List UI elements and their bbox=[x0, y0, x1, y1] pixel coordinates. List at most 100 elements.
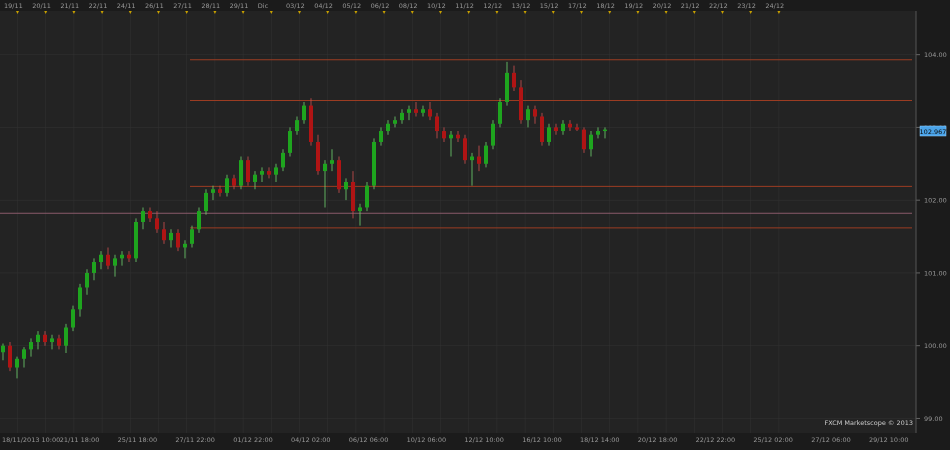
top-axis-label: 06/12 bbox=[371, 2, 390, 10]
last-price-tag-text: 102.967 bbox=[920, 128, 947, 136]
candle-body bbox=[330, 160, 334, 164]
candle-body bbox=[1, 345, 5, 353]
top-axis-label: 03/12 bbox=[286, 2, 305, 10]
candle-body bbox=[400, 112, 404, 121]
bottom-axis-label: 22/12 22:00 bbox=[696, 436, 736, 444]
candle-body bbox=[386, 123, 390, 132]
candle-body bbox=[134, 222, 138, 259]
candle-body bbox=[232, 178, 236, 186]
bottom-axis-label: 25/12 02:00 bbox=[753, 436, 793, 444]
candle-body bbox=[582, 129, 586, 150]
last-price-tag: 102.967 bbox=[920, 125, 947, 137]
candle-body bbox=[512, 72, 516, 88]
candle-body bbox=[323, 163, 327, 172]
candle-body bbox=[239, 160, 243, 186]
candle-body bbox=[260, 171, 264, 175]
candle-body bbox=[470, 156, 474, 161]
candle-body bbox=[43, 334, 47, 343]
top-axis-label: 04/12 bbox=[314, 2, 333, 10]
candle-body bbox=[8, 345, 12, 368]
top-axis-label: 23/12 bbox=[737, 2, 756, 10]
top-axis-label: 24/12 bbox=[765, 2, 784, 10]
candle-body bbox=[575, 127, 579, 130]
candle-body bbox=[162, 229, 166, 241]
candle-body bbox=[183, 243, 187, 248]
candle-body bbox=[155, 218, 159, 230]
candle-body bbox=[176, 232, 180, 248]
chart-container: 19/11 20/11 21/11 22/11 24/11 26/11 27/11 28/11… bbox=[0, 0, 950, 446]
candle-body bbox=[302, 105, 306, 121]
top-axis-label: 22/12 bbox=[709, 2, 728, 10]
candle-body bbox=[29, 342, 33, 350]
candle-body bbox=[113, 258, 117, 266]
bottom-axis-label: 18/12 14:00 bbox=[580, 436, 620, 444]
bottom-axis-label: 21/11 18:00 bbox=[60, 436, 100, 444]
bottom-axis-label: 29/12 10:00 bbox=[869, 436, 909, 444]
candle-body bbox=[64, 327, 68, 346]
candle-body bbox=[169, 232, 173, 241]
candle-body bbox=[22, 349, 26, 359]
candle-body bbox=[428, 109, 432, 117]
top-axis-label: 12/12 bbox=[483, 2, 502, 10]
bottom-axis-label: 27/11 22:00 bbox=[175, 436, 215, 444]
top-axis-label: 20/11 bbox=[32, 2, 51, 10]
candle-body bbox=[337, 160, 341, 190]
candle-body bbox=[309, 105, 313, 142]
top-axis-label: 15/12 bbox=[540, 2, 559, 10]
bottom-axis-label: 25/11 18:00 bbox=[118, 436, 158, 444]
top-axis-label: 20/12 bbox=[653, 2, 672, 10]
candle-body bbox=[316, 141, 320, 172]
watermark: FXCM Marketscope © 2013 bbox=[824, 419, 913, 427]
candle-body bbox=[99, 254, 103, 263]
candle-body bbox=[414, 109, 418, 113]
top-axis-label: 21/12 bbox=[681, 2, 700, 10]
candle-body bbox=[477, 156, 481, 164]
candle-body bbox=[71, 309, 75, 328]
candle-body bbox=[106, 254, 110, 266]
y-axis-label: 100.00 bbox=[924, 342, 947, 350]
top-axis-label: 26/11 bbox=[145, 2, 164, 10]
candle-body bbox=[288, 131, 292, 153]
candle-body bbox=[50, 338, 54, 343]
candle-body bbox=[15, 358, 19, 368]
candle-body bbox=[246, 160, 250, 182]
candle-body bbox=[491, 123, 495, 146]
candle-body bbox=[393, 120, 397, 124]
bottom-axis-label: 06/12 06:00 bbox=[349, 436, 389, 444]
candle-body bbox=[421, 109, 425, 113]
candle-body bbox=[561, 123, 565, 132]
top-axis-label: 13/12 bbox=[512, 2, 531, 10]
candle-body bbox=[344, 181, 348, 190]
candle-body bbox=[442, 131, 446, 139]
candle-body bbox=[547, 127, 551, 142]
y-axis-label: 104.00 bbox=[924, 51, 947, 59]
candle-body bbox=[204, 192, 208, 212]
bottom-axis-label: 01/12 22:00 bbox=[233, 436, 273, 444]
bottom-axis-label: 10/12 06:00 bbox=[407, 436, 447, 444]
top-axis-label: 17/12 bbox=[568, 2, 587, 10]
top-axis-label: 29/11 bbox=[230, 2, 249, 10]
top-axis-label: 27/11 bbox=[173, 2, 192, 10]
y-axis-label: 102.00 bbox=[924, 197, 947, 205]
candle-body bbox=[148, 211, 152, 219]
candle-body bbox=[407, 109, 411, 113]
bottom-axis-label: 20/12 18:00 bbox=[638, 436, 678, 444]
candle-body bbox=[281, 152, 285, 168]
candle-body bbox=[120, 254, 124, 259]
candle-body bbox=[36, 334, 40, 343]
bottom-axis-label: 16/12 10:00 bbox=[522, 436, 562, 444]
candle-body bbox=[379, 131, 383, 142]
candle-body bbox=[267, 171, 271, 175]
candle-body bbox=[596, 131, 600, 135]
top-axis-label: 11/12 bbox=[455, 2, 474, 10]
top-axis-label: 18/12 bbox=[596, 2, 615, 10]
y-axis-label: 101.00 bbox=[924, 269, 947, 277]
candle-body bbox=[274, 167, 278, 175]
candle-body bbox=[568, 123, 572, 128]
top-axis-label: 24/11 bbox=[117, 2, 136, 10]
top-axis-label: 08/12 bbox=[399, 2, 418, 10]
candlestick-chart: 19/11 20/11 21/11 22/11 24/11 26/11 27/11 28/11… bbox=[0, 0, 950, 446]
y-axis-label: 99.00 bbox=[924, 415, 943, 423]
candle-body bbox=[358, 207, 362, 212]
bottom-axis-label: 18/11/2013 10:00 bbox=[2, 436, 60, 444]
